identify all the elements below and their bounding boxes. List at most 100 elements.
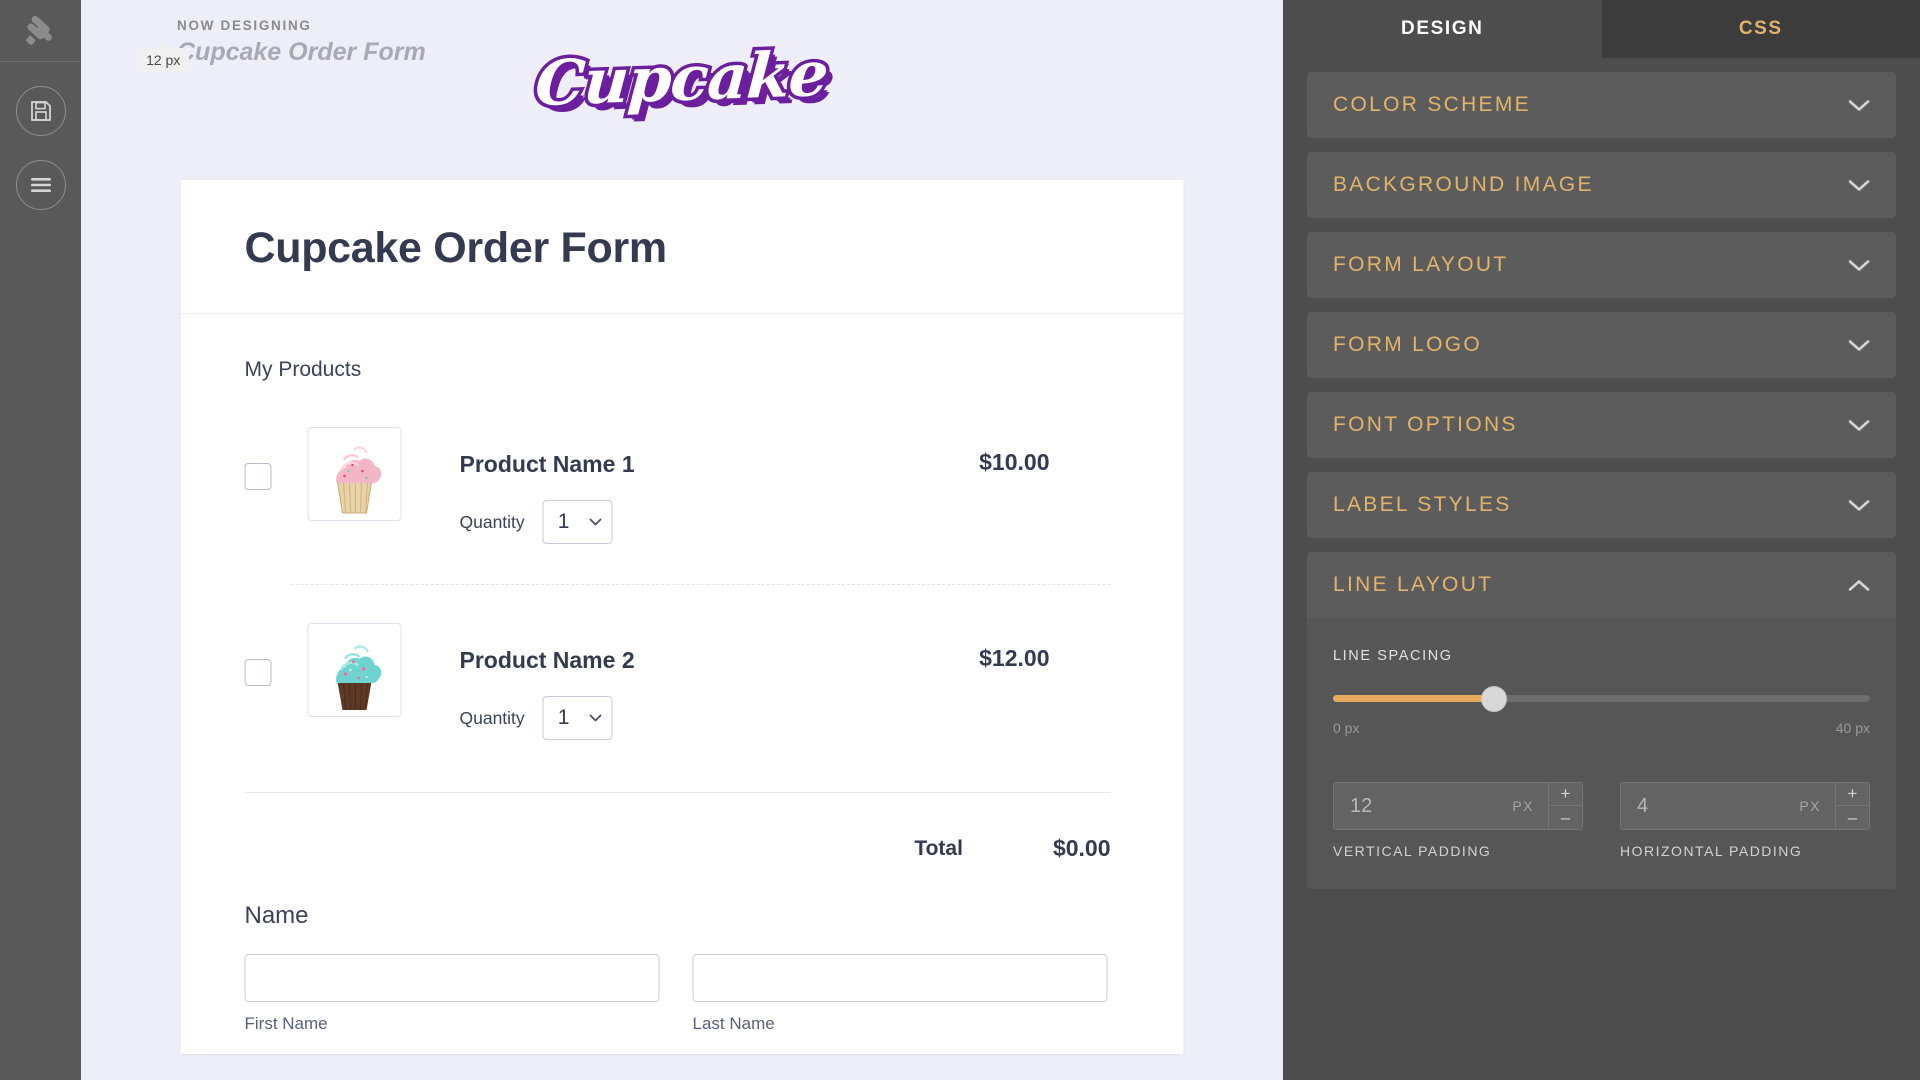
tab-css[interactable]: CSS (1601, 0, 1920, 58)
slider-scale: 0 px 40 px (1333, 720, 1870, 736)
quantity-label: Quantity (459, 511, 525, 532)
floppy-disk-icon (30, 101, 51, 121)
products-section-label: My Products (244, 358, 362, 381)
section-line-layout: LINE LAYOUT LINE SPACING 0 px 40 px 12 p… (137, 48, 1896, 889)
total-row: Total $0.00 (245, 793, 1111, 902)
form-body: My Products Product Name 1 Quantity 1 $1… (181, 314, 1184, 1054)
section-header[interactable]: FORM LOGO (1307, 312, 1896, 378)
last-name-sublabel: Last Name (692, 1014, 775, 1033)
horizontal-padding-input[interactable]: 4 PX (1620, 782, 1835, 830)
tab-design[interactable]: DESIGN (1283, 0, 1602, 58)
first-name-wrapper: First Name (244, 954, 660, 1034)
form-card: Cupcake Order Form My Products Product N… (180, 180, 1184, 1054)
teal-frosted-chocolate-cupcake-icon (336, 645, 382, 710)
now-designing-title: Cupcake Order Form (177, 38, 426, 66)
section-title: FONT OPTIONS (1333, 413, 1518, 436)
left-rail (0, 0, 81, 1080)
stacked-bars-logo-icon (25, 15, 52, 45)
chevron-down-icon (1848, 179, 1870, 191)
section-header[interactable]: BACKGROUND IMAGE (1307, 152, 1896, 218)
chevron-down-icon (589, 518, 602, 526)
section-header[interactable]: FONT OPTIONS (1307, 392, 1896, 458)
vertical-padding-decrement-button[interactable]: – (1549, 806, 1582, 829)
section-header[interactable]: LABEL STYLES (1307, 472, 1896, 538)
vertical-padding-increment-button[interactable]: + (1549, 783, 1582, 806)
section-label-styles: LABEL STYLES (1307, 472, 1896, 538)
section-title: LABEL STYLES (1333, 493, 1512, 516)
product-row: Product Name 1 Quantity 1 $10.00 (244, 427, 1120, 584)
horizontal-padding-decrement-button[interactable]: – (1836, 806, 1869, 829)
slider-thumb[interactable] (1481, 686, 1508, 712)
horizontal-padding-increment-button[interactable]: + (1836, 783, 1869, 806)
product-quantity-control: Quantity 1 (460, 500, 980, 544)
padding-controls: 12 PX + – VERTICAL PADDING 4 PX + – HORI… (1333, 782, 1870, 859)
chevron-down-icon (589, 714, 602, 722)
section-header[interactable]: LINE LAYOUT (1307, 552, 1896, 618)
now-designing-header: NOW DESIGNING Cupcake Order Form (177, 18, 426, 67)
section-font-options: FONT OPTIONS (1307, 392, 1896, 458)
total-label: Total (914, 836, 963, 860)
page-title: Cupcake Order Form (244, 224, 668, 272)
chevron-down-icon (1848, 259, 1870, 271)
now-designing-kicker: NOW DESIGNING (177, 18, 312, 33)
form-header: Cupcake Order Form (180, 180, 1184, 314)
vertical-padding-input[interactable]: 12 PX (1333, 782, 1548, 830)
last-name-wrapper: Last Name (692, 954, 1108, 1034)
section-background-image: BACKGROUND IMAGE (1307, 152, 1896, 218)
product-checkbox[interactable] (244, 463, 272, 490)
horizontal-padding-caption: HORIZONTAL PADDING (1620, 843, 1803, 859)
quantity-select[interactable]: 1 (542, 696, 613, 740)
total-value: $0.00 (1052, 835, 1111, 861)
hamburger-menu-icon (30, 178, 51, 192)
quantity-select[interactable]: 1 (542, 500, 613, 544)
chevron-down-icon (1848, 419, 1870, 431)
chevron-down-icon (1848, 499, 1870, 511)
product-info: Product Name 1 Quantity 1 (460, 427, 980, 544)
section-title: FORM LOGO (1333, 333, 1483, 356)
section-title: FORM LAYOUT (1333, 253, 1509, 276)
product-checkbox[interactable] (244, 659, 272, 686)
section-form-logo: FORM LOGO (1307, 312, 1896, 378)
section-title: LINE LAYOUT (1333, 573, 1494, 596)
section-color-scheme: COLOR SCHEME (1307, 72, 1896, 138)
design-panel: DESIGN CSS COLOR SCHEME BACKGROUND IMAGE… (137, 0, 1920, 1080)
form-logo-text: Cupcake (530, 33, 834, 123)
vertical-padding-value: 12 (1350, 794, 1373, 817)
quantity-label: Quantity (459, 707, 525, 728)
line-spacing-label: LINE SPACING (1333, 648, 1453, 664)
chevron-down-icon (1848, 339, 1870, 351)
app-logo[interactable] (0, 0, 81, 62)
product-price: $12.00 (979, 645, 1050, 671)
horizontal-padding-value: 4 (1637, 794, 1649, 817)
first-name-sublabel: First Name (244, 1014, 328, 1033)
product-row: Product Name 2 Quantity 1 $12.00 (244, 585, 1120, 780)
vertical-padding-unit: PX (1512, 798, 1534, 814)
form-preview-canvas: NOW DESIGNING Cupcake Order Form Cupcake… (81, 0, 1283, 1080)
section-title: COLOR SCHEME (1333, 93, 1531, 116)
section-form-layout: FORM LAYOUT (1307, 232, 1896, 298)
product-thumbnail (307, 427, 402, 521)
slider-max-label: 40 px (1835, 720, 1870, 736)
slider-min-label: 0 px (1333, 720, 1360, 736)
chevron-down-icon (1848, 99, 1870, 111)
section-title: BACKGROUND IMAGE (1333, 173, 1594, 196)
section-header[interactable]: FORM LAYOUT (1307, 232, 1896, 298)
horizontal-padding-control: 4 PX + – HORIZONTAL PADDING (1620, 782, 1870, 859)
pink-frosted-vanilla-cupcake-icon (336, 446, 382, 514)
horizontal-padding-unit: PX (1799, 798, 1821, 814)
last-name-input[interactable] (692, 954, 1108, 1002)
product-thumbnail (307, 623, 402, 717)
quantity-value: 1 (557, 706, 570, 729)
name-field-label: Name (244, 902, 309, 929)
line-layout-controls: LINE SPACING 0 px 40 px 12 px 12 PX + – … (137, 48, 1896, 889)
menu-button[interactable] (15, 160, 66, 210)
first-name-input[interactable] (244, 954, 660, 1002)
product-quantity-control: Quantity 1 (460, 696, 980, 740)
panel-tabs: DESIGN CSS (1283, 0, 1920, 58)
panel-sections: COLOR SCHEME BACKGROUND IMAGE FORM LAYOU… (137, 48, 1920, 903)
save-button[interactable] (15, 86, 66, 136)
line-spacing-slider[interactable] (1333, 686, 1870, 712)
section-header[interactable]: COLOR SCHEME (1307, 72, 1896, 138)
vertical-padding-control: 12 PX + – VERTICAL PADDING (1333, 782, 1583, 859)
form-logo[interactable]: Cupcake (530, 33, 834, 123)
